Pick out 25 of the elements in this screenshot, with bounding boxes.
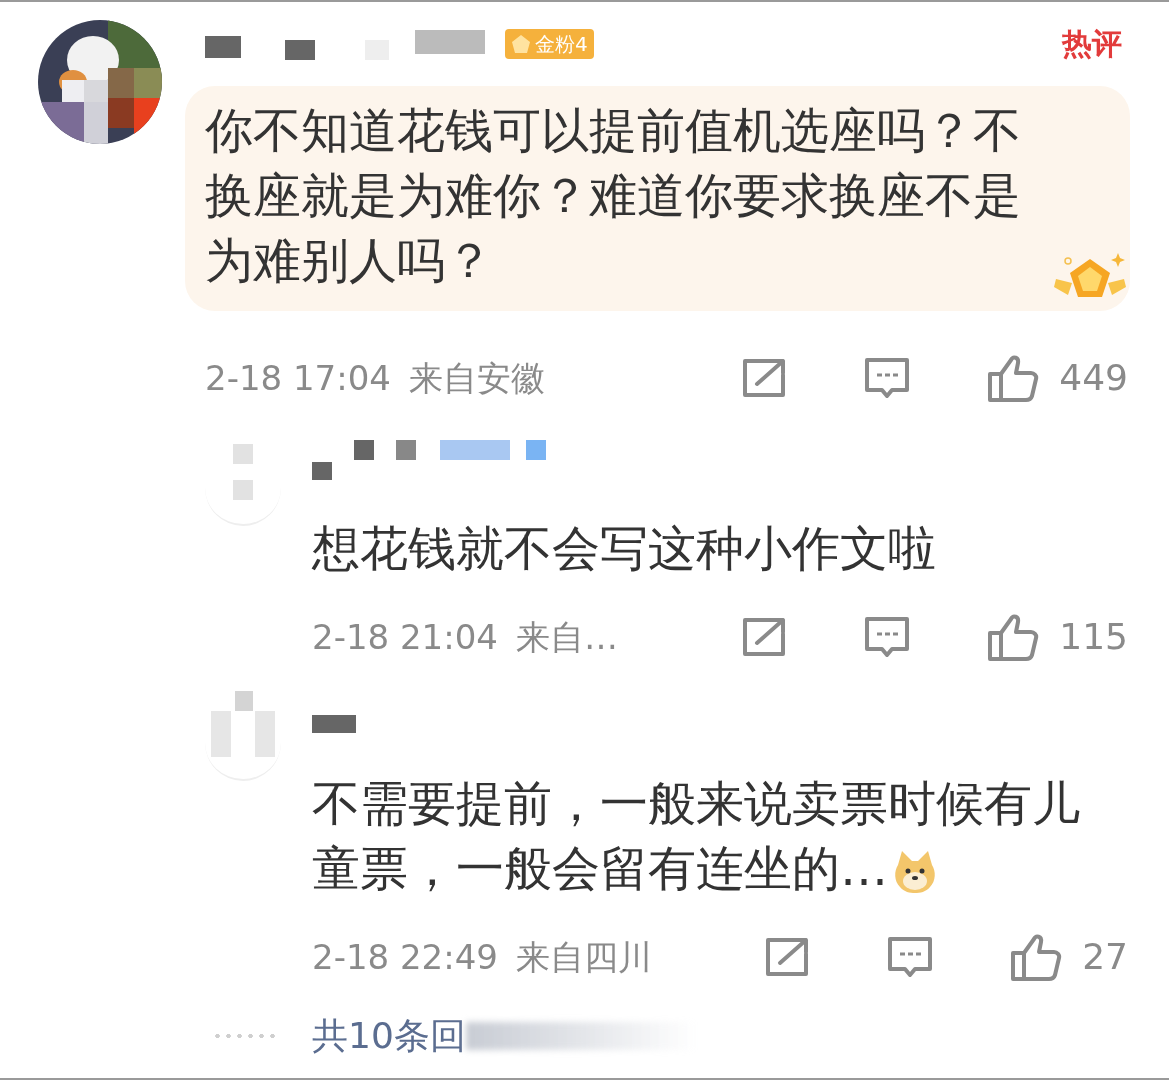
comment-time: 2-18 17:04 — [205, 356, 391, 400]
like-count: 115 — [1059, 615, 1128, 659]
comment-time: 2-18 22:49 — [312, 935, 498, 979]
more-replies-link[interactable]: 共10条回 — [312, 1009, 466, 1063]
thumbs-up-icon[interactable] — [987, 354, 1040, 402]
thumbs-up-icon[interactable] — [1010, 933, 1063, 981]
like-count: 449 — [1059, 356, 1128, 400]
comment-text: 你不知道花钱可以提前值机选座吗？不换座就是为难你？难道你要求换座不是为难别人吗？ — [205, 101, 1022, 290]
comment-icon[interactable] — [863, 356, 912, 400]
share-icon[interactable] — [741, 616, 788, 658]
comment-icon[interactable] — [863, 615, 912, 659]
like-count: 27 — [1082, 935, 1128, 979]
hot-comment-label: 热评 — [1060, 25, 1123, 63]
comment-location: 来自… — [515, 615, 619, 659]
dog-face-icon — [892, 849, 938, 895]
comment-icon[interactable] — [886, 935, 935, 979]
reply-text: 不需要提前，一般来说卖票时候有儿童票，一般会留有连坐的… — [312, 774, 1081, 898]
share-icon[interactable] — [741, 357, 788, 399]
fan-level-badge: 金粉4 — [505, 29, 594, 59]
comment-time: 2-18 21:04 — [312, 615, 498, 659]
thumbs-up-icon[interactable] — [987, 613, 1040, 661]
share-icon[interactable] — [764, 936, 811, 978]
reply-text: 想花钱就不会写这种小作文啦 — [312, 519, 937, 578]
comment-location: 来自安徽 — [408, 356, 546, 400]
comment-location: 来自四川 — [515, 935, 653, 979]
